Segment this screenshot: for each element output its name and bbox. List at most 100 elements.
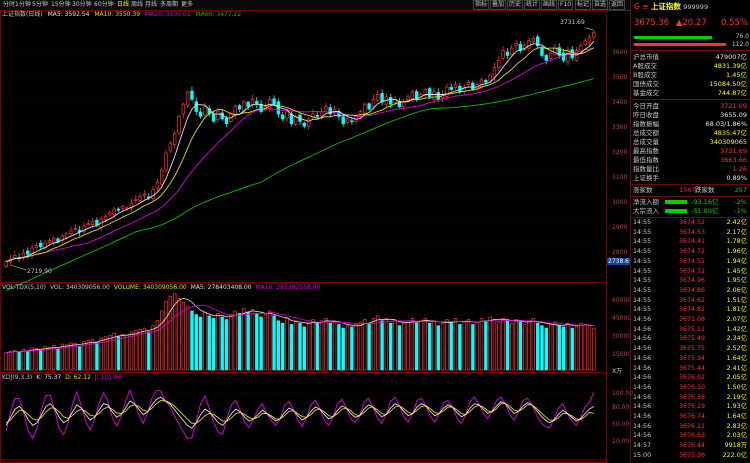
tick-price: 3674.52 [679,219,706,226]
kdj-y-tick: 20.00 [612,438,630,445]
candle-body [505,51,510,56]
volume-bar [427,322,432,371]
volume-bar [462,321,466,371]
candle-body [246,101,250,107]
tick-amount: 1.93亿 [726,403,747,411]
candle-body [341,116,345,125]
kdj-j-value: J: 101.86 [94,374,122,381]
tick-time: 14:55 [633,306,652,314]
candle-body [172,133,177,146]
candle-body [376,94,380,101]
tick-row: 14:55 3674.72 1.45亿 [633,268,749,276]
tick-amount: 2.06亿 [726,286,747,294]
candle-body [302,122,307,127]
tick-time: 15:00 [633,451,652,459]
tick-amount: 1.96亿 [726,248,747,256]
kline-chart-area[interactable] [0,0,630,463]
tick-amount: 2.03亿 [726,432,747,440]
candle-body [108,212,112,216]
tick-time: 14:55 [633,286,652,294]
y-tick: 3600 [612,49,628,56]
volume-bar [116,336,121,371]
tick-price: 3674.96 [679,277,706,285]
tick-price: 3675.11 [679,325,706,333]
tick-price: 3675.94 [679,354,706,362]
tick-row: 14:55 3674.53 2.17亿 [633,229,749,237]
volume-bar [211,317,216,371]
vol-y-tick: 15000 [612,351,632,358]
volume-bar [419,320,423,371]
volume-bar [198,316,203,371]
volume-bar [255,313,259,371]
volume-bar [440,322,445,371]
volume-bar [289,324,294,371]
volume-bar [311,319,315,371]
vol-y-tick: 45000 [612,315,632,322]
candle-body [367,103,371,110]
tick-row: 14:55 3674.62 1.51亿 [633,297,749,305]
volume-bar [151,325,155,371]
candle-body [64,233,69,239]
candle-body [281,114,285,120]
tick-row: 14:55 3674.51 1.94亿 [633,258,749,266]
tick-time: 14:56 [633,316,652,323]
stat-row: 上证换手 0.89% [633,174,747,182]
tick-time: 14:56 [633,354,652,362]
stat-row: 昨日收盘 3655.09 [633,111,747,119]
volume-bar [224,319,229,371]
candle-body [544,55,548,61]
volume-bar [125,335,129,371]
candle-body [142,194,147,197]
candle-body [181,103,186,115]
candle-body [432,91,436,100]
volume-bar [324,317,328,371]
stat-row: 基金成交 744.87亿 [633,89,747,97]
tick-row: 14:55 3674.96 1.95亿 [633,277,749,285]
candle-body [540,47,544,56]
candle-body [224,118,229,125]
stat-row: A股成交 4831.39亿 [633,62,747,70]
volume-bar [328,322,332,371]
volume-bar [380,320,384,371]
volume-bar [319,320,324,371]
candle-body [414,91,419,100]
candle-body [350,120,354,123]
volume-bar [160,310,164,371]
quote-name: 上证指数 [650,2,681,11]
tick-amount: 2.52亿 [726,345,747,353]
volume-bar [544,327,548,371]
tick-row: 14:56 3676.38 2.19亿 [633,394,749,402]
quote-price: 3675.36 [634,18,670,28]
candle-body [587,36,592,44]
stat-row: 国债成交 15084.50亿 [633,80,747,88]
ma60-label: MA60: 3477.22 [195,11,242,18]
kdj-legend: KDJ(9,3,3) K: 75.37 D: 62.12 J: 101.86 [2,374,122,382]
candle-body [190,90,194,100]
volume-bar [492,319,497,371]
tick-price: 3675.08 [679,316,706,323]
candle-body [138,196,142,201]
volume-bar [548,324,553,371]
up-count: 1567 [679,186,696,194]
quote-code: 999999 [683,3,709,11]
tick-amount: 2.83亿 [726,422,747,430]
stat-row: 指数量比 1.26 [633,165,747,173]
volume-bar [384,317,389,371]
volume-bar [514,319,518,371]
tick-time: 14:56 [633,374,652,382]
volume-bar [142,327,147,371]
stat-row: 总成交额 4835.47亿 [633,129,747,137]
tick-time: 14:56 [633,325,652,333]
volume-bar [194,314,198,371]
candle-body [592,31,596,38]
candle-body [553,47,557,55]
tick-amount: 2.41亿 [726,364,747,372]
tick-row: 14:56 3676.30 1.50亿 [633,384,749,392]
y-tick: 3000 [612,199,628,206]
volume-bar [501,317,505,371]
tick-price: 3676.30 [679,383,706,391]
volume-bar [358,321,363,371]
volume-bar [458,324,462,371]
candle-body [406,96,410,101]
tick-amount: 2.05亿 [726,374,747,382]
